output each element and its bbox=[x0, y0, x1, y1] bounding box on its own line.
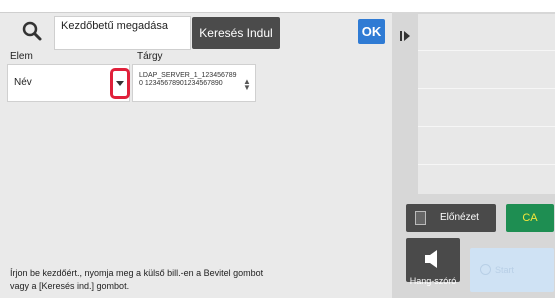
list-divider bbox=[418, 50, 555, 51]
right-list bbox=[418, 14, 555, 194]
elem-dropdown-button[interactable] bbox=[110, 68, 130, 99]
start-label: Start bbox=[495, 265, 515, 275]
preview-label: Előnézet bbox=[440, 212, 479, 223]
preview-button[interactable]: Előnézet bbox=[406, 204, 496, 232]
targy-value: LDAP_SERVER_1_1234567890 123456789012345… bbox=[139, 72, 237, 87]
instruction-text: Írjon be kezdőért., nyomja meg a külső b… bbox=[10, 268, 264, 291]
initial-input-label: Kezdőbetű megadása bbox=[61, 20, 169, 32]
list-divider bbox=[418, 88, 555, 89]
targy-select[interactable]: LDAP_SERVER_1_1234567890 123456789012345… bbox=[132, 64, 256, 102]
elem-label: Elem bbox=[10, 51, 33, 62]
elem-select[interactable]: Név bbox=[7, 64, 130, 102]
spinner-arrows-icon[interactable]: ▲ ▼ bbox=[243, 78, 251, 92]
search-icon[interactable] bbox=[20, 19, 44, 43]
search-start-button[interactable]: Keresés Indul bbox=[192, 17, 280, 49]
start-icon bbox=[480, 264, 491, 275]
chevron-down-icon bbox=[116, 81, 124, 86]
preview-doc-icon bbox=[415, 211, 426, 225]
ca-button[interactable]: CA bbox=[506, 204, 554, 232]
ok-button[interactable]: OK bbox=[358, 19, 385, 44]
start-button[interactable]: Start bbox=[470, 248, 554, 292]
elem-value: Név bbox=[14, 77, 32, 88]
initial-input[interactable]: Kezdőbetű megadása bbox=[54, 16, 191, 50]
list-divider bbox=[418, 126, 555, 127]
list-divider bbox=[418, 164, 555, 165]
speaker-label: Hang-szóró bbox=[409, 276, 457, 286]
screen: Kezdőbetű megadása Keresés Indul OK Elem… bbox=[0, 0, 555, 298]
side-handle-icon[interactable] bbox=[398, 28, 414, 44]
speaker-icon bbox=[425, 250, 437, 268]
targy-label: Tárgy bbox=[137, 51, 163, 62]
search-dialog: Kezdőbetű megadása Keresés Indul OK Elem… bbox=[0, 12, 392, 298]
